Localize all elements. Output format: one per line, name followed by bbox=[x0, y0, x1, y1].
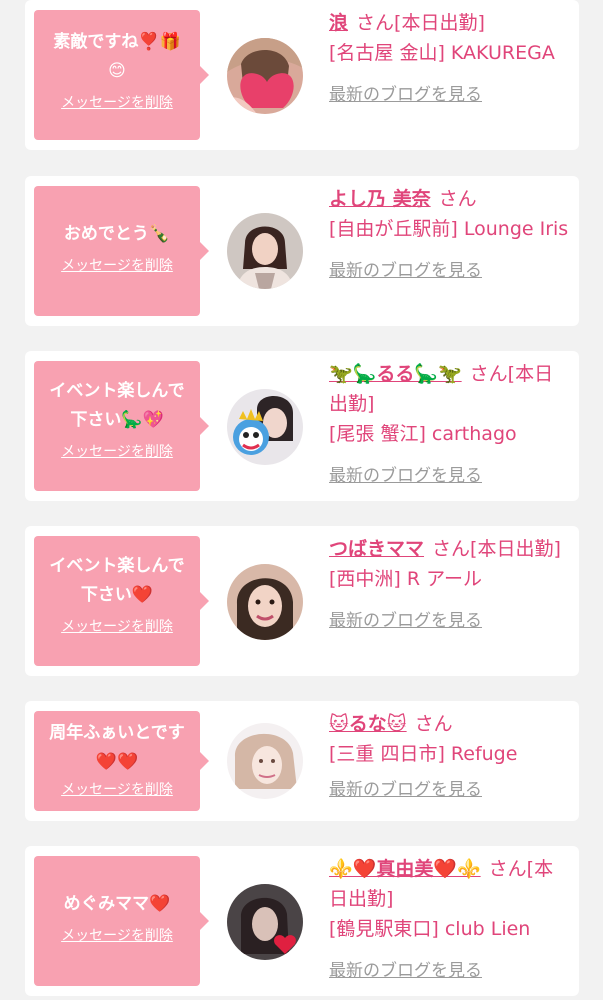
cast-info: 🐱るな🐱 さん [三重 四日市] Refuge 最新のブログを見る bbox=[329, 709, 569, 805]
message-text: イベント楽しんで 下さい🦕💖 bbox=[49, 381, 185, 430]
message-bubble: イベント楽しんで 下さい🦕💖 メッセージを削除 bbox=[34, 361, 209, 491]
delete-message-link[interactable]: メッセージを削除 bbox=[61, 925, 173, 945]
avatar[interactable] bbox=[227, 564, 303, 640]
blog-link[interactable]: 最新のブログを見る bbox=[329, 775, 569, 805]
honorific: さん bbox=[356, 12, 395, 34]
message-bubble: 素敵ですね❣️🎁 😊 メッセージを削除 bbox=[34, 10, 209, 140]
blog-link[interactable]: 最新のブログを見る bbox=[329, 256, 569, 286]
avatar[interactable] bbox=[227, 723, 303, 799]
message-bubble: 周年ふぁいとです ❤️❤️ メッセージを削除 bbox=[34, 711, 209, 811]
cast-info: よし乃 美奈 さん [自由が丘駅前] Lounge Iris 最新のブログを見る bbox=[329, 184, 569, 286]
cast-name-link[interactable]: 🦖🦕るる🦕🦖 bbox=[329, 363, 462, 385]
delete-message-link[interactable]: メッセージを削除 bbox=[61, 255, 173, 275]
blog-link[interactable]: 最新のブログを見る bbox=[329, 80, 569, 110]
message-text: めぐみママ❤️ bbox=[63, 894, 171, 914]
message-bubble: めぐみママ❤️ メッセージを削除 bbox=[34, 856, 209, 986]
list-item: おめでとう🍾 メッセージを削除 よし乃 美奈 さん [自由が丘駅前] Lounge… bbox=[25, 176, 579, 326]
list-item: 周年ふぁいとです ❤️❤️ メッセージを削除 🐱るな🐱 さん [三重 四日市] R… bbox=[25, 701, 579, 821]
shop-name: [尾張 蟹江] carthago bbox=[329, 423, 517, 445]
message-text: イベント楽しんで 下さい❤️ bbox=[49, 556, 185, 605]
work-status: [本日出勤] bbox=[394, 12, 485, 34]
message-text: 周年ふぁいとです ❤️❤️ bbox=[49, 723, 185, 772]
shop-name: [自由が丘駅前] Lounge Iris bbox=[329, 218, 569, 240]
honorific: さん bbox=[438, 188, 477, 210]
delete-message-link[interactable]: メッセージを削除 bbox=[61, 441, 173, 461]
cast-name-link[interactable]: ⚜️❤️真由美❤️⚜️ bbox=[329, 858, 481, 880]
message-bubble: おめでとう🍾 メッセージを削除 bbox=[34, 186, 209, 316]
list-item: イベント楽しんで 下さい🦕💖 メッセージを削除 🦖🦕るる🦕🦖 さん[本日出勤] [… bbox=[25, 351, 579, 501]
work-status: [本日出勤] bbox=[470, 538, 561, 560]
honorific: さん bbox=[432, 538, 471, 560]
list-item: イベント楽しんで 下さい❤️ メッセージを削除 つばきママ さん[本日出勤] [西… bbox=[25, 526, 579, 676]
message-text: おめでとう🍾 bbox=[63, 224, 171, 244]
message-bubble: イベント楽しんで 下さい❤️ メッセージを削除 bbox=[34, 536, 209, 666]
cast-info: 浪さん[本日出勤] [名古屋 金山] KAKUREGA 最新のブログを見る bbox=[329, 8, 569, 110]
cast-info: 🦖🦕るる🦕🦖 さん[本日出勤] [尾張 蟹江] carthago 最新のブログを見… bbox=[329, 359, 569, 491]
message-text: 素敵ですね❣️🎁 😊 bbox=[53, 32, 181, 81]
cast-name-link[interactable]: 浪 bbox=[329, 12, 348, 34]
honorific: さん bbox=[469, 363, 508, 385]
list-item: 素敵ですね❣️🎁 😊 メッセージを削除 浪さん[本日出勤] [名古屋 金山] K… bbox=[25, 0, 579, 150]
cast-info: つばきママ さん[本日出勤] [西中洲] R アール 最新のブログを見る bbox=[329, 534, 569, 636]
blog-link[interactable]: 最新のブログを見る bbox=[329, 606, 569, 636]
honorific: さん bbox=[488, 858, 527, 880]
avatar[interactable] bbox=[227, 38, 303, 114]
cast-info: ⚜️❤️真由美❤️⚜️ さん[本日出勤] [鶴見駅東口] club Lien 最新… bbox=[329, 854, 569, 986]
cast-name-link[interactable]: 🐱るな🐱 bbox=[329, 713, 407, 735]
message-list: 素敵ですね❣️🎁 😊 メッセージを削除 浪さん[本日出勤] [名古屋 金山] K… bbox=[0, 0, 603, 1000]
delete-message-link[interactable]: メッセージを削除 bbox=[61, 779, 173, 799]
shop-name: [鶴見駅東口] club Lien bbox=[329, 918, 531, 940]
avatar[interactable] bbox=[227, 213, 303, 289]
shop-name: [西中洲] R アール bbox=[329, 568, 482, 590]
blog-link[interactable]: 最新のブログを見る bbox=[329, 956, 569, 986]
list-item: めぐみママ❤️ メッセージを削除 ⚜️❤️真由美❤️⚜️ さん[本日出勤] [鶴見… bbox=[25, 846, 579, 996]
honorific: さん bbox=[414, 713, 453, 735]
delete-message-link[interactable]: メッセージを削除 bbox=[61, 616, 173, 636]
shop-name: [三重 四日市] Refuge bbox=[329, 743, 518, 765]
avatar[interactable] bbox=[227, 884, 303, 960]
avatar[interactable] bbox=[227, 389, 303, 465]
cast-name-link[interactable]: つばきママ bbox=[329, 538, 424, 560]
delete-message-link[interactable]: メッセージを削除 bbox=[61, 92, 173, 112]
cast-name-link[interactable]: よし乃 美奈 bbox=[329, 188, 431, 210]
shop-name: [名古屋 金山] KAKUREGA bbox=[329, 42, 555, 64]
blog-link[interactable]: 最新のブログを見る bbox=[329, 461, 569, 491]
